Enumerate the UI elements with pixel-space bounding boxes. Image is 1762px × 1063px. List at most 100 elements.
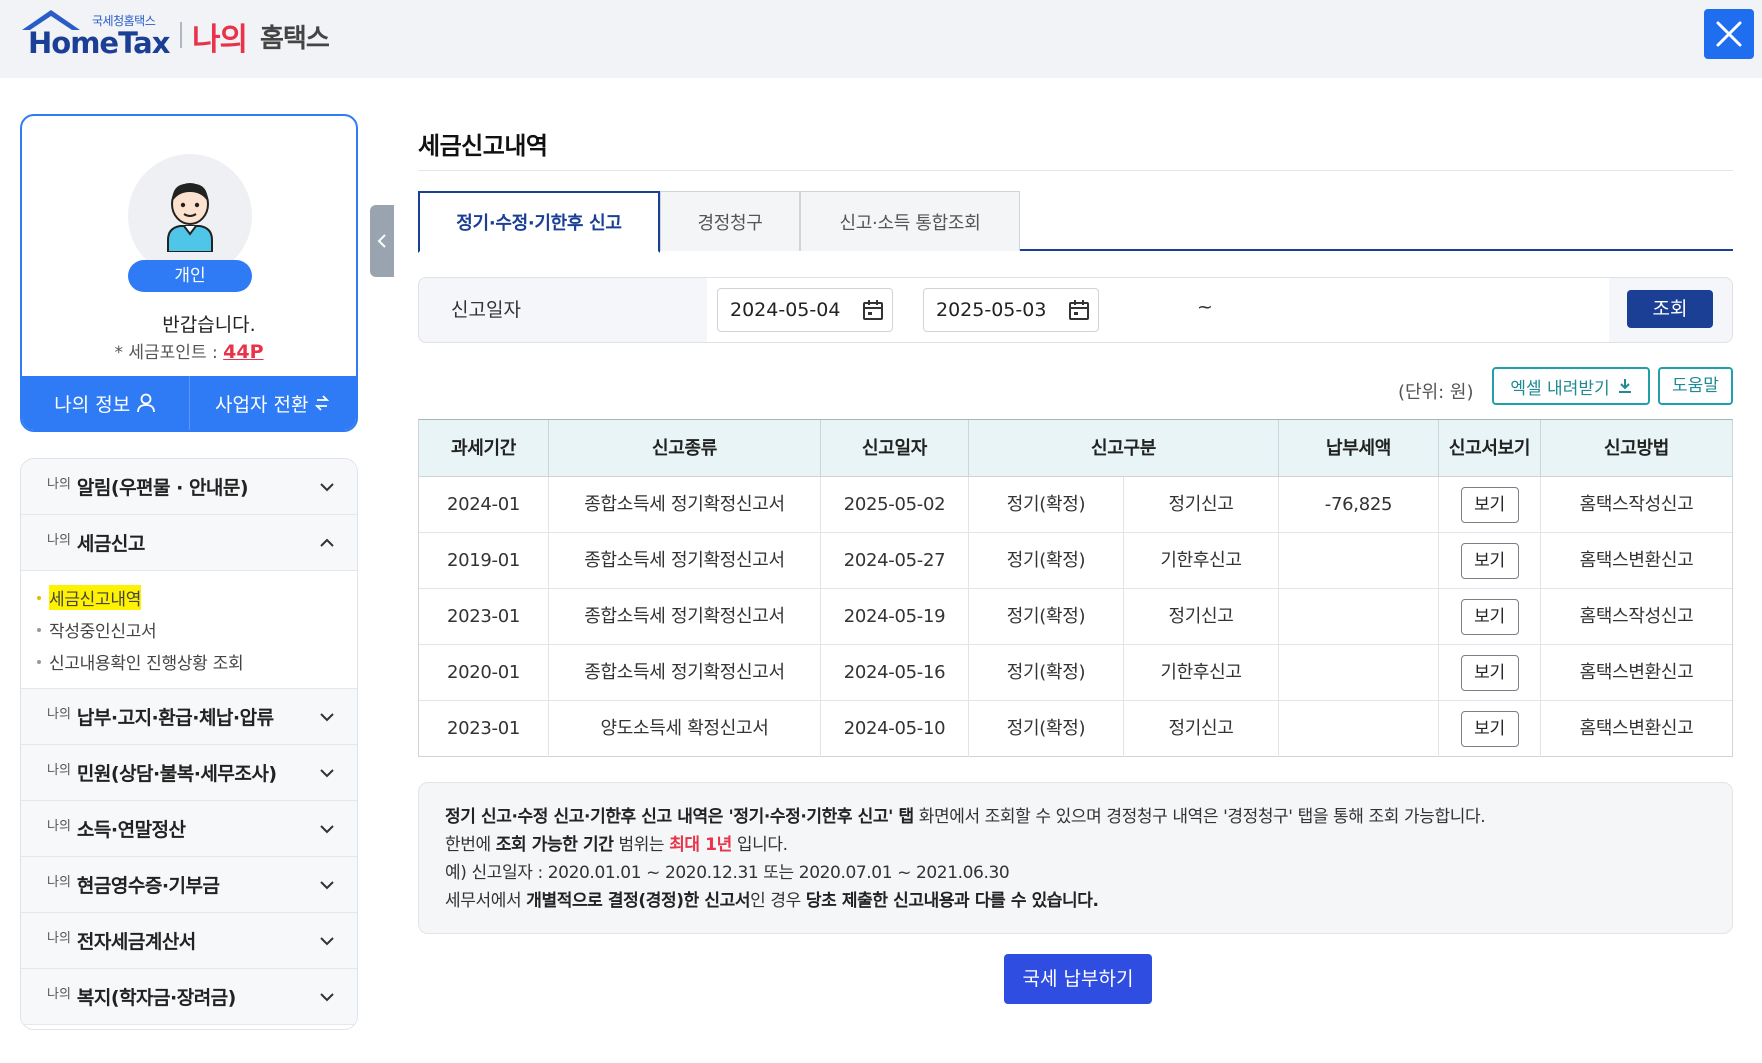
cell-period: 2024-01 (419, 477, 549, 533)
switch-arrows-icon (315, 395, 330, 411)
mine-prefix: 나의 (47, 875, 71, 890)
table-row: 2023-01 종합소득세 정기확정신고서 2024-05-19 정기(확정) … (419, 589, 1732, 645)
tab-integrated-inquiry[interactable]: 신고·소득 통합조회 (800, 191, 1020, 251)
notice-emphasis: 개별적으로 결정(경정)한 신고서 (526, 891, 751, 911)
sidebar-item-tax-filing[interactable]: 나의 세금신고 (21, 515, 357, 571)
cell-tax (1279, 645, 1439, 701)
notice-line-4: 세무서에서 개별적으로 결정(경정)한 신고서인 경우 당초 제출한 신고내용과… (445, 887, 1732, 915)
sidebar-item-welfare[interactable]: 나의 복지(학자금·장려금) (21, 969, 357, 1025)
notice-emphasis: 조회 가능한 기간 (495, 835, 614, 855)
view-return-button[interactable]: 보기 (1460, 543, 1519, 579)
sidebar-item-label: 전자세금계산서 (76, 931, 196, 953)
profile-actions: 나의 정보 사업자 전환 (22, 376, 356, 430)
download-icon (1618, 379, 1631, 393)
sidebar-item-e-invoice[interactable]: 나의 전자세금계산서 (21, 913, 357, 969)
my-info-button[interactable]: 나의 정보 (22, 376, 190, 430)
hometax-logo[interactable]: 국세청홈택스 HomeTax (20, 8, 170, 60)
tax-filing-submenu: 세금신고내역 작성중인신고서 신고내용확인 진행상황 조회 (21, 571, 357, 689)
business-switch-button[interactable]: 사업자 전환 (190, 376, 357, 430)
notice-text: 입니다. (731, 835, 788, 855)
sidebar-item-receipts[interactable]: 나의 현금영수증·기부금 (21, 857, 357, 913)
chevron-up-icon (320, 538, 334, 547)
search-button[interactable]: 조회 (1627, 290, 1713, 328)
notice-emphasis: 당초 제출한 신고내용과 다를 수 있습니다. (805, 891, 1099, 911)
logo-wordmark: HomeTax (28, 26, 170, 60)
search-date-label: 신고일자 (451, 299, 521, 321)
close-icon (1716, 21, 1742, 47)
filing-tabs: 정기·수정·기한후 신고 경정청구 신고·소득 통합조회 (418, 191, 1733, 253)
excel-download-button[interactable]: 엑셀 내려받기 (1492, 367, 1650, 405)
cell-category: 정기(확정) (969, 589, 1124, 645)
cell-method: 홈택스변환신고 (1579, 550, 1694, 571)
date-to-input[interactable]: 2025-05-03 (923, 288, 1099, 332)
brand-mine: 나의 (192, 22, 248, 58)
sidebar-item-income[interactable]: 나의 소득·연말정산 (21, 801, 357, 857)
sidebar-collapse-handle[interactable] (370, 205, 394, 277)
close-button[interactable] (1704, 9, 1754, 59)
page-title: 세금신고내역 (418, 132, 548, 160)
cell-period: 2019-01 (419, 533, 549, 589)
notice-text: 한번에 (445, 835, 496, 855)
cell-type: 양도소득세 확정신고서 (549, 701, 821, 757)
search-panel: 신고일자 2024-05-04 ~ 2025-05-03 조회 (418, 277, 1733, 343)
tax-points-value[interactable]: 44P (223, 341, 263, 363)
chevron-down-icon (320, 993, 334, 1002)
sidebar-item-civil[interactable]: 나의 민원(상담·불복·세무조사) (21, 745, 357, 801)
table-header: 과세기간 신고종류 신고일자 신고구분 납부세액 신고서보기 신고방법 (419, 420, 1732, 477)
chevron-down-icon (320, 713, 334, 722)
unit-label: (단위: 원) (1398, 382, 1474, 403)
cell-subcategory: 정기신고 (1124, 589, 1279, 645)
tab-correction-claim[interactable]: 경정청구 (660, 191, 800, 251)
mine-prefix: 나의 (47, 477, 71, 492)
cell-type: 종합소득세 정기확정신고서 (549, 589, 821, 645)
cell-category: 정기(확정) (969, 645, 1124, 701)
calendar-icon[interactable] (862, 299, 884, 321)
cell-category: 정기(확정) (969, 477, 1124, 533)
help-button[interactable]: 도움말 (1658, 367, 1733, 405)
chevron-left-icon (377, 234, 386, 248)
col-view: 신고서보기 (1439, 420, 1541, 477)
notice-text: 화면에서 조회할 수 있으며 경정청구 내역은 '경정청구' 탭을 통해 조회 … (913, 807, 1486, 827)
excel-download-label: 엑셀 내려받기 (1510, 378, 1610, 399)
sidebar-item-label: 복지(학자금·장려금) (76, 987, 236, 1009)
cell-view: 보기 (1439, 645, 1541, 701)
cell-subcategory: 정기신고 (1124, 701, 1279, 757)
user-type-badge: 개인 (128, 260, 252, 292)
cell-type: 종합소득세 정기확정신고서 (549, 533, 821, 589)
submenu-filing-history[interactable]: 세금신고내역 (37, 585, 141, 610)
cell-type: 종합소득세 정기확정신고서 (549, 477, 821, 533)
submenu-review-status[interactable]: 신고내용확인 진행상황 조회 (37, 649, 244, 674)
mine-prefix: 나의 (47, 533, 71, 548)
chevron-down-icon (320, 937, 334, 946)
sidebar-item-label: 민원(상담·불복·세무조사) (76, 763, 277, 785)
submenu-drafts[interactable]: 작성중인신고서 (37, 617, 157, 642)
submenu-label: 작성중인신고서 (49, 622, 157, 642)
col-method: 신고방법 (1603, 438, 1670, 459)
view-return-button[interactable]: 보기 (1460, 487, 1519, 523)
my-info-label: 나의 정보 (54, 393, 131, 416)
title-divider (418, 170, 1733, 171)
notice-emphasis: 정기 신고·수정 신고·기한후 신고 내역은 '정기·수정·기한후 신고' 탭 (445, 807, 914, 827)
pay-national-tax-button[interactable]: 국세 납부하기 (1004, 954, 1152, 1004)
sidebar-item-notifications[interactable]: 나의 알림(우편물 · 안내문) (21, 459, 357, 515)
col-category: 신고구분 (969, 420, 1279, 477)
date-from-input[interactable]: 2024-05-04 (717, 288, 893, 332)
sidebar-item-label: 소득·연말정산 (76, 819, 186, 841)
cell-method: 홈택스작성신고 (1579, 606, 1694, 627)
view-return-button[interactable]: 보기 (1460, 599, 1519, 635)
mine-prefix: 나의 (47, 707, 71, 722)
col-period: 과세기간 (419, 420, 549, 477)
tab-regular-filing[interactable]: 정기·수정·기한후 신고 (418, 191, 660, 253)
calendar-icon[interactable] (1068, 299, 1090, 321)
cell-view: 보기 (1439, 589, 1541, 645)
mine-prefix: 나의 (47, 931, 71, 946)
submenu-label: 신고내용확인 진행상황 조회 (49, 654, 244, 674)
header: 국세청홈택스 HomeTax 나의 홈택스 (0, 0, 1762, 78)
view-return-button[interactable]: 보기 (1460, 655, 1519, 691)
col-tax: 납부세액 (1279, 420, 1439, 477)
view-return-button[interactable]: 보기 (1460, 711, 1519, 747)
bullet (37, 627, 41, 632)
cell-date: 2025-05-02 (821, 477, 969, 533)
sidebar-item-payment[interactable]: 나의 납부·고지·환급·체납·압류 (21, 689, 357, 745)
cell-subcategory: 기한후신고 (1124, 645, 1279, 701)
